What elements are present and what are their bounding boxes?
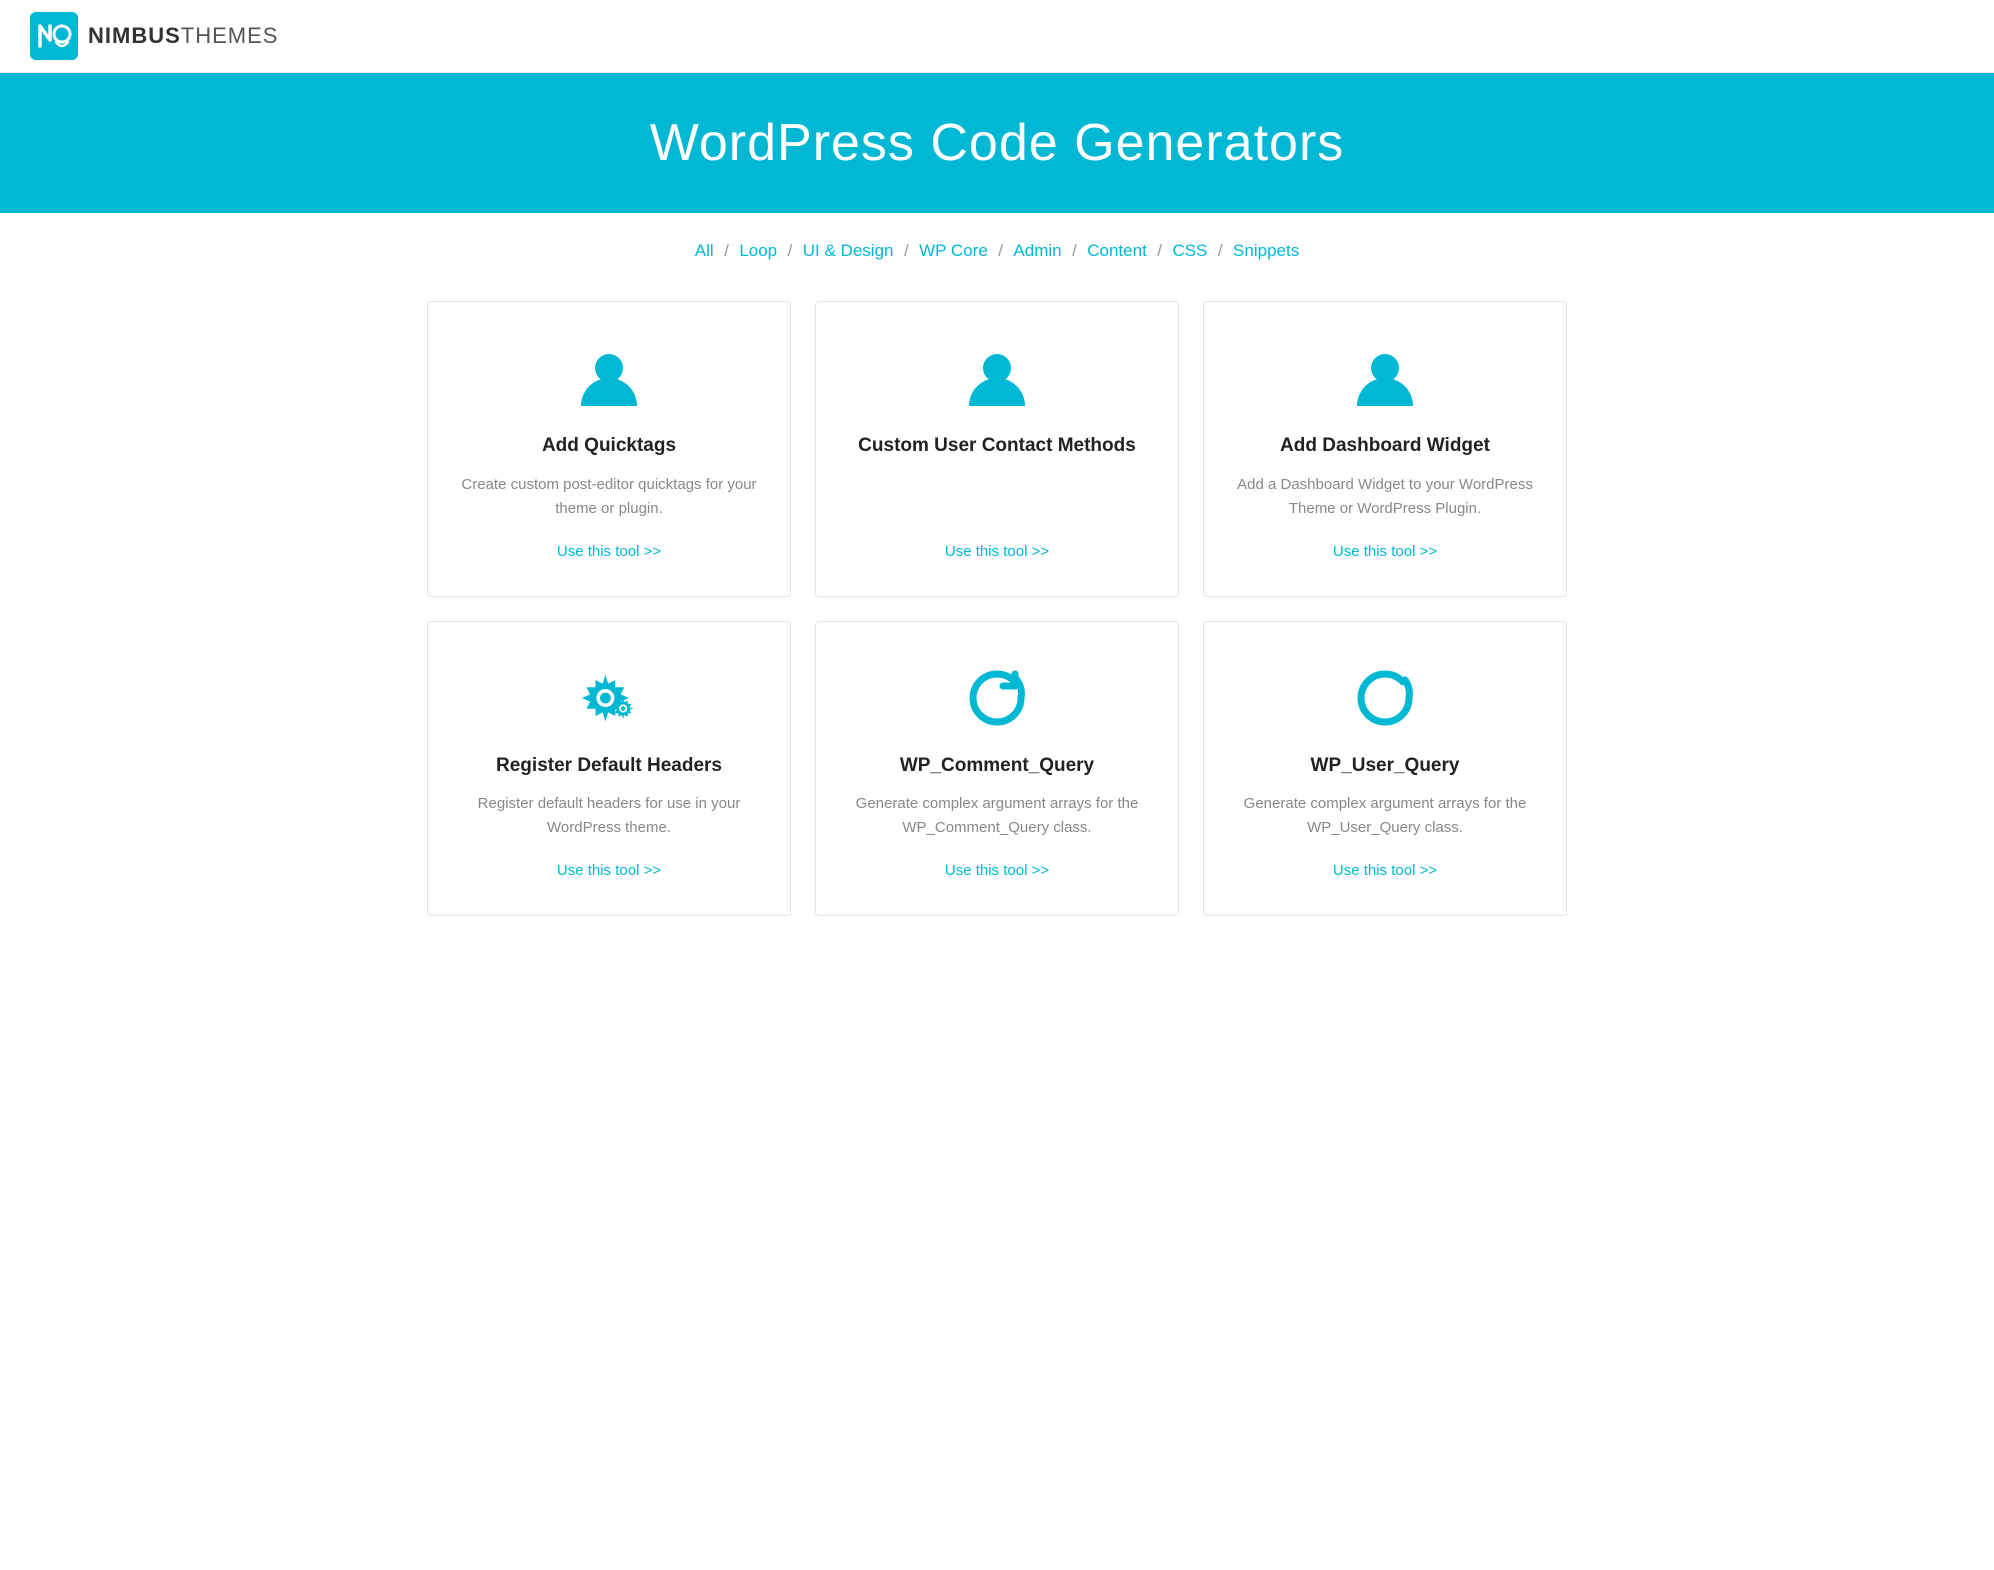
card-add-dashboard-widget-link[interactable]: Use this tool >>: [1333, 543, 1437, 560]
card-add-quicktags-link[interactable]: Use this tool >>: [557, 543, 661, 560]
user-icon: [961, 342, 1033, 414]
nav-admin[interactable]: Admin: [1013, 241, 1061, 260]
category-nav: All / Loop / UI & Design / WP Core / Adm…: [0, 213, 1994, 271]
card-custom-user-contact-link[interactable]: Use this tool >>: [945, 543, 1049, 560]
card-register-default-headers: Register Default Headers Register defaul…: [427, 621, 791, 917]
user-icon: [573, 342, 645, 414]
tools-grid: Add Quicktags Create custom post-editor …: [397, 301, 1597, 916]
nav-ui-design[interactable]: UI & Design: [803, 241, 894, 260]
card-add-quicktags: Add Quicktags Create custom post-editor …: [427, 301, 791, 597]
hero-banner: WordPress Code Generators: [0, 73, 1994, 213]
nav-sep-1: /: [724, 241, 729, 260]
card-add-dashboard-widget-desc: Add a Dashboard Widget to your WordPress…: [1234, 473, 1536, 521]
card-register-default-headers-link[interactable]: Use this tool >>: [557, 862, 661, 879]
card-register-default-headers-desc: Register default headers for use in your…: [458, 792, 760, 840]
card-custom-user-contact-title: Custom User Contact Methods: [858, 434, 1136, 459]
card-wp-user-query-desc: Generate complex argument arrays for the…: [1234, 792, 1536, 840]
card-wp-comment-query-link[interactable]: Use this tool >>: [945, 862, 1049, 879]
nav-sep-4: /: [998, 241, 1003, 260]
card-custom-user-contact: Custom User Contact Methods Use this too…: [815, 301, 1179, 597]
card-register-default-headers-title: Register Default Headers: [496, 754, 722, 779]
nav-sep-7: /: [1218, 241, 1223, 260]
user-icon: [1349, 342, 1421, 414]
card-add-quicktags-title: Add Quicktags: [542, 434, 676, 459]
card-add-quicktags-desc: Create custom post-editor quicktags for …: [458, 473, 760, 521]
gears-icon: [573, 662, 645, 734]
card-wp-comment-query-desc: Generate complex argument arrays for the…: [846, 792, 1148, 840]
refresh-icon: [1349, 662, 1421, 734]
nav-snippets[interactable]: Snippets: [1233, 241, 1299, 260]
hero-title: WordPress Code Generators: [20, 113, 1974, 173]
card-wp-user-query-link[interactable]: Use this tool >>: [1333, 862, 1437, 879]
card-add-dashboard-widget: Add Dashboard Widget Add a Dashboard Wid…: [1203, 301, 1567, 597]
card-wp-comment-query: WP_Comment_Query Generate complex argume…: [815, 621, 1179, 917]
nav-sep-6: /: [1157, 241, 1162, 260]
nav-wp-core[interactable]: WP Core: [919, 241, 988, 260]
brand-name: NIMBUSTHEMES: [88, 23, 278, 49]
nav-sep-5: /: [1072, 241, 1077, 260]
refresh-icon: [961, 662, 1033, 734]
card-wp-comment-query-title: WP_Comment_Query: [900, 754, 1094, 779]
card-wp-user-query-title: WP_User_Query: [1311, 754, 1460, 779]
nav-css[interactable]: CSS: [1172, 241, 1207, 260]
nav-content[interactable]: Content: [1087, 241, 1147, 260]
nimbus-logo-icon: [30, 12, 78, 60]
nav-sep-3: /: [904, 241, 909, 260]
nav-all[interactable]: All: [695, 241, 714, 260]
card-wp-user-query: WP_User_Query Generate complex argument …: [1203, 621, 1567, 917]
nav-sep-2: /: [788, 241, 793, 260]
card-add-dashboard-widget-title: Add Dashboard Widget: [1280, 434, 1490, 459]
nav-loop[interactable]: Loop: [739, 241, 777, 260]
header: NIMBUSTHEMES: [0, 0, 1994, 73]
